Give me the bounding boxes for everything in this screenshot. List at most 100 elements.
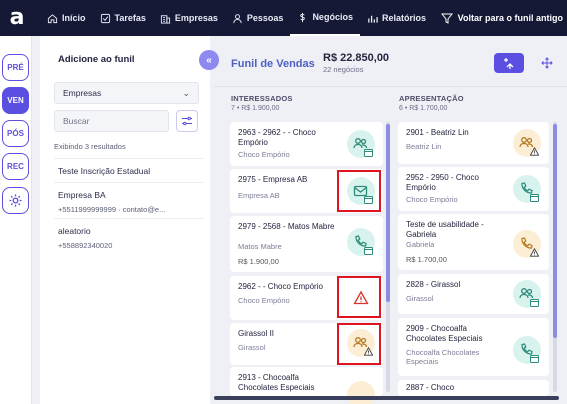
app-logo[interactable]: a — [4, 5, 30, 31]
filter-icon — [182, 116, 192, 126]
rail-button-rec[interactable]: REC — [2, 153, 29, 180]
calendar-icon — [364, 149, 373, 157]
deal-card[interactable]: Teste de usabilidade - Gabriela Gabriela… — [398, 214, 549, 270]
rail-button-ven[interactable]: VEN — [2, 87, 29, 114]
list-item-name: Teste Inscrição Estadual — [58, 166, 151, 176]
list-item[interactable]: Teste Inscrição Estadual — [54, 158, 204, 182]
nav-item-relatorios[interactable]: Relatórios — [360, 0, 433, 36]
nav-item-negocios[interactable]: Negócios — [290, 0, 360, 36]
warning-icon — [530, 248, 539, 257]
nav-item-label: Relatórios — [381, 13, 426, 23]
deal-title: 2963 - 2962 - - Choco Empório — [238, 128, 316, 147]
deal-title: 2979 - 2568 - Matos Mabre — [238, 222, 335, 231]
deal-company: Gabriela — [406, 240, 435, 249]
search-input[interactable]: Buscar — [54, 110, 169, 132]
nav-item-label: Negócios — [312, 12, 353, 22]
chevron-down-icon: ⌄ — [182, 88, 190, 98]
nav-item-label: Empresas — [174, 13, 218, 23]
nav-item-pessoas[interactable]: Pessoas — [225, 0, 291, 36]
add-deal-button[interactable] — [494, 53, 524, 73]
list-item-contact: +558892340020 — [58, 241, 113, 250]
deal-company: Choco Empório — [238, 296, 290, 305]
deal-value: R$ 1.700,00 — [406, 255, 447, 264]
list-item[interactable]: Empresa BA +5511999999999 · contato@e... — [54, 182, 204, 218]
building-icon — [160, 14, 170, 24]
rail-button-pre[interactable]: PRÉ — [2, 54, 29, 81]
deal-company: Beatriz Lin — [406, 142, 442, 151]
board-title: Funil de Vendas — [231, 58, 315, 70]
board-deal-count: 22 negócios — [323, 65, 364, 74]
nav-item-label: Tarefas — [114, 13, 146, 23]
highlight-box — [337, 170, 381, 212]
entity-type-select[interactable]: Empresas ⌄ — [54, 82, 199, 104]
deal-card[interactable]: 2901 - Beatriz Lin Beatriz Lin — [398, 122, 549, 164]
rail-button-settings[interactable] — [2, 187, 29, 214]
highlight-box — [337, 276, 381, 318]
home-icon — [47, 13, 58, 23]
warning-icon — [530, 147, 539, 156]
rail-button-pos[interactable]: PÓS — [2, 120, 29, 147]
funnel-rail: PRÉ VEN PÓS REC — [0, 36, 32, 404]
deal-title: 2962 - - Choco Empório — [238, 282, 323, 291]
nav-item-inicio[interactable]: Início — [40, 0, 93, 36]
deal-card[interactable]: 2963 - 2962 - - Choco Empório Choco Empó… — [230, 122, 383, 166]
deal-company: Choco Empório — [238, 150, 290, 159]
calendar-icon — [530, 355, 539, 363]
deal-title: 2952 - 2950 - Choco Empório — [406, 173, 479, 192]
move-arrows-icon — [541, 57, 553, 69]
back-to-old-funnel-link[interactable]: Voltar para o funil antigo — [440, 0, 563, 36]
deal-title: 2909 - Chocoalfa Chocolates Especiais — [406, 324, 483, 343]
list-item-contact: +5511999999999 · contato@e... — [58, 205, 166, 214]
board-total: R$ 22.850,00 — [323, 52, 390, 64]
deal-title: 2913 - Chocoalfa Chocolates Especiais — [238, 373, 315, 392]
results-count: Exibindo 3 resultados — [54, 142, 126, 151]
column-scrollbar-thumb[interactable] — [553, 124, 557, 338]
deal-title: 2975 - Empresa AB — [238, 175, 308, 184]
list-item-name: aleatorio — [58, 226, 91, 236]
collapse-panel-button[interactable]: « — [199, 50, 219, 70]
list-item[interactable]: aleatorio +558892340020 — [54, 218, 204, 254]
money-icon — [300, 12, 306, 22]
highlight-box — [337, 323, 381, 365]
deal-card[interactable]: 2828 - Girassol Girassol — [398, 274, 549, 314]
deal-title: Girassol II — [238, 329, 275, 338]
column-summary: 6 • R$ 1.700,00 — [399, 105, 448, 112]
board-horizontal-scrollbar[interactable] — [214, 396, 559, 400]
gear-icon — [9, 194, 22, 207]
nav-item-tarefas[interactable]: Tarefas — [93, 0, 153, 36]
calendar-icon — [530, 299, 539, 307]
deal-company: Choco Empório — [406, 195, 458, 204]
column-scrollbar-thumb[interactable] — [386, 124, 390, 302]
filter-button[interactable] — [176, 110, 198, 132]
deal-card[interactable]: 2887 - Choco — [398, 380, 549, 396]
list-item-name: Empresa BA — [58, 190, 106, 200]
chart-icon — [368, 15, 378, 23]
deal-company: Chocoalfa Chocolates Especiais — [406, 348, 480, 366]
entity-type-value: Empresas — [63, 88, 102, 98]
deal-card[interactable]: 2909 - Chocoalfa Chocolates Especiais Ch… — [398, 318, 549, 376]
nav-item-label: Pessoas — [246, 13, 284, 23]
add-to-funnel-panel: Adicione ao funil Empresas ⌄ Buscar Exib… — [40, 36, 210, 404]
column-title: APRESENTAÇÃO — [399, 94, 464, 103]
deal-title: 2828 - Girassol — [406, 280, 461, 289]
checkbox-icon — [100, 13, 110, 23]
top-navbar: a Início Tarefas Empresas Pessoas Negóci… — [0, 0, 567, 36]
people-icon[interactable] — [347, 381, 375, 404]
move-button[interactable] — [537, 53, 557, 73]
deal-company: Girassol — [238, 343, 266, 352]
deal-title: 2887 - Choco — [406, 383, 455, 392]
deal-company: Empresa AB — [238, 191, 280, 200]
calendar-icon — [530, 194, 539, 202]
column-title: INTERESSADOS — [231, 94, 293, 103]
deal-card[interactable]: 2913 - Chocoalfa Chocolates Especiais — [230, 367, 383, 404]
deal-company: Matos Mabre — [238, 242, 282, 251]
board-divider — [214, 86, 567, 87]
deal-card[interactable]: 2952 - 2950 - Choco Empório Choco Empóri… — [398, 167, 549, 211]
deal-card[interactable]: 2979 - 2568 - Matos Mabre Matos Mabre R$… — [230, 216, 383, 272]
nav-item-label: Início — [62, 13, 86, 23]
calendar-icon — [364, 247, 373, 255]
double-chevron-left-icon: « — [206, 54, 212, 66]
nav-item-empresas[interactable]: Empresas — [153, 0, 225, 36]
column-summary: 7 • R$ 1.900,00 — [231, 105, 280, 112]
main-nav: Início Tarefas Empresas Pessoas Negócios… — [40, 0, 433, 36]
